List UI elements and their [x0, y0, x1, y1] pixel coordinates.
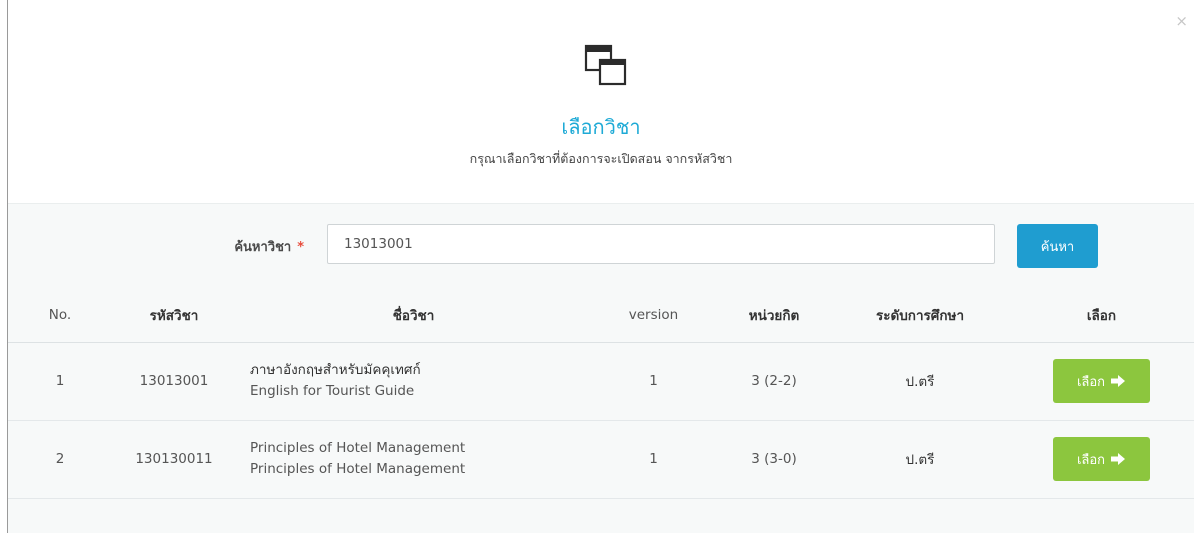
row-level: ป.ตรี	[832, 420, 1008, 499]
row-no: 1	[8, 342, 112, 421]
row-name-th: Principles of Hotel Management	[250, 440, 466, 456]
table-header-row: No. รหัสวิชา ชื่อวิชา version หน่วยกิต ร…	[8, 289, 1194, 343]
row-name-en: Principles of Hotel Management	[250, 461, 466, 477]
col-header-name: ชื่อวิชา	[236, 289, 591, 343]
select-course-button[interactable]: เลือก	[1053, 359, 1150, 403]
copy-windows-icon	[584, 44, 627, 86]
row-select-cell: เลือก	[1008, 342, 1194, 421]
dialog-body: ค้นหาวิชา * ค้นหา No. รหัสวิชา ชื่อวิชา v…	[8, 203, 1194, 533]
search-button[interactable]: ค้นหา	[1017, 224, 1098, 268]
col-header-level: ระดับการศึกษา	[832, 289, 1008, 343]
arrow-right-icon	[1111, 375, 1126, 387]
row-name: Principles of Hotel Management Principle…	[236, 420, 591, 499]
row-version: 1	[591, 342, 716, 421]
select-button-label: เลือก	[1076, 452, 1106, 468]
dialog-title: เลือกวิชา	[561, 115, 641, 139]
col-header-no: No.	[8, 289, 112, 343]
row-name-th: ภาษาอังกฤษสำหรับมัคคุเทศก์	[250, 362, 421, 378]
row-version: 1	[591, 420, 716, 499]
course-table: No. รหัสวิชา ชื่อวิชา version หน่วยกิต ร…	[8, 289, 1194, 499]
row-name: ภาษาอังกฤษสำหรับมัคคุเทศก์ English for T…	[236, 342, 591, 421]
search-label-text: ค้นหาวิชา	[234, 240, 292, 255]
select-course-dialog: × เลือกวิชา กรุณาเลือกวิชาที่ต้องการจะเป…	[7, 0, 1194, 533]
col-header-version: version	[591, 289, 716, 343]
row-name-en: English for Tourist Guide	[250, 383, 415, 399]
col-header-select: เลือก	[1008, 289, 1194, 343]
dialog-subtitle: กรุณาเลือกวิชาที่ต้องการจะเปิดสอน จากรหั…	[469, 151, 733, 166]
arrow-right-icon	[1111, 453, 1126, 465]
col-header-code: รหัสวิชา	[112, 289, 236, 343]
row-code: 130130011	[112, 420, 236, 499]
table-row: 2 130130011 Principles of Hotel Manageme…	[8, 420, 1194, 499]
row-level: ป.ตรี	[832, 342, 1008, 421]
row-select-cell: เลือก	[1008, 420, 1194, 499]
col-header-credits: หน่วยกิต	[716, 289, 832, 343]
search-input[interactable]	[327, 224, 995, 264]
required-mark: *	[297, 240, 304, 255]
select-course-button[interactable]: เลือก	[1053, 437, 1150, 481]
dialog-header: เลือกวิชา กรุณาเลือกวิชาที่ต้องการจะเปิด…	[8, 0, 1194, 203]
row-credits: 3 (3-0)	[716, 420, 832, 499]
table-row: 1 13013001 ภาษาอังกฤษสำหรับมัคคุเทศก์ En…	[8, 342, 1194, 421]
select-button-label: เลือก	[1076, 374, 1106, 390]
search-label: ค้นหาวิชา *	[178, 236, 304, 257]
row-no: 2	[8, 420, 112, 499]
row-code: 13013001	[112, 342, 236, 421]
row-credits: 3 (2-2)	[716, 342, 832, 421]
